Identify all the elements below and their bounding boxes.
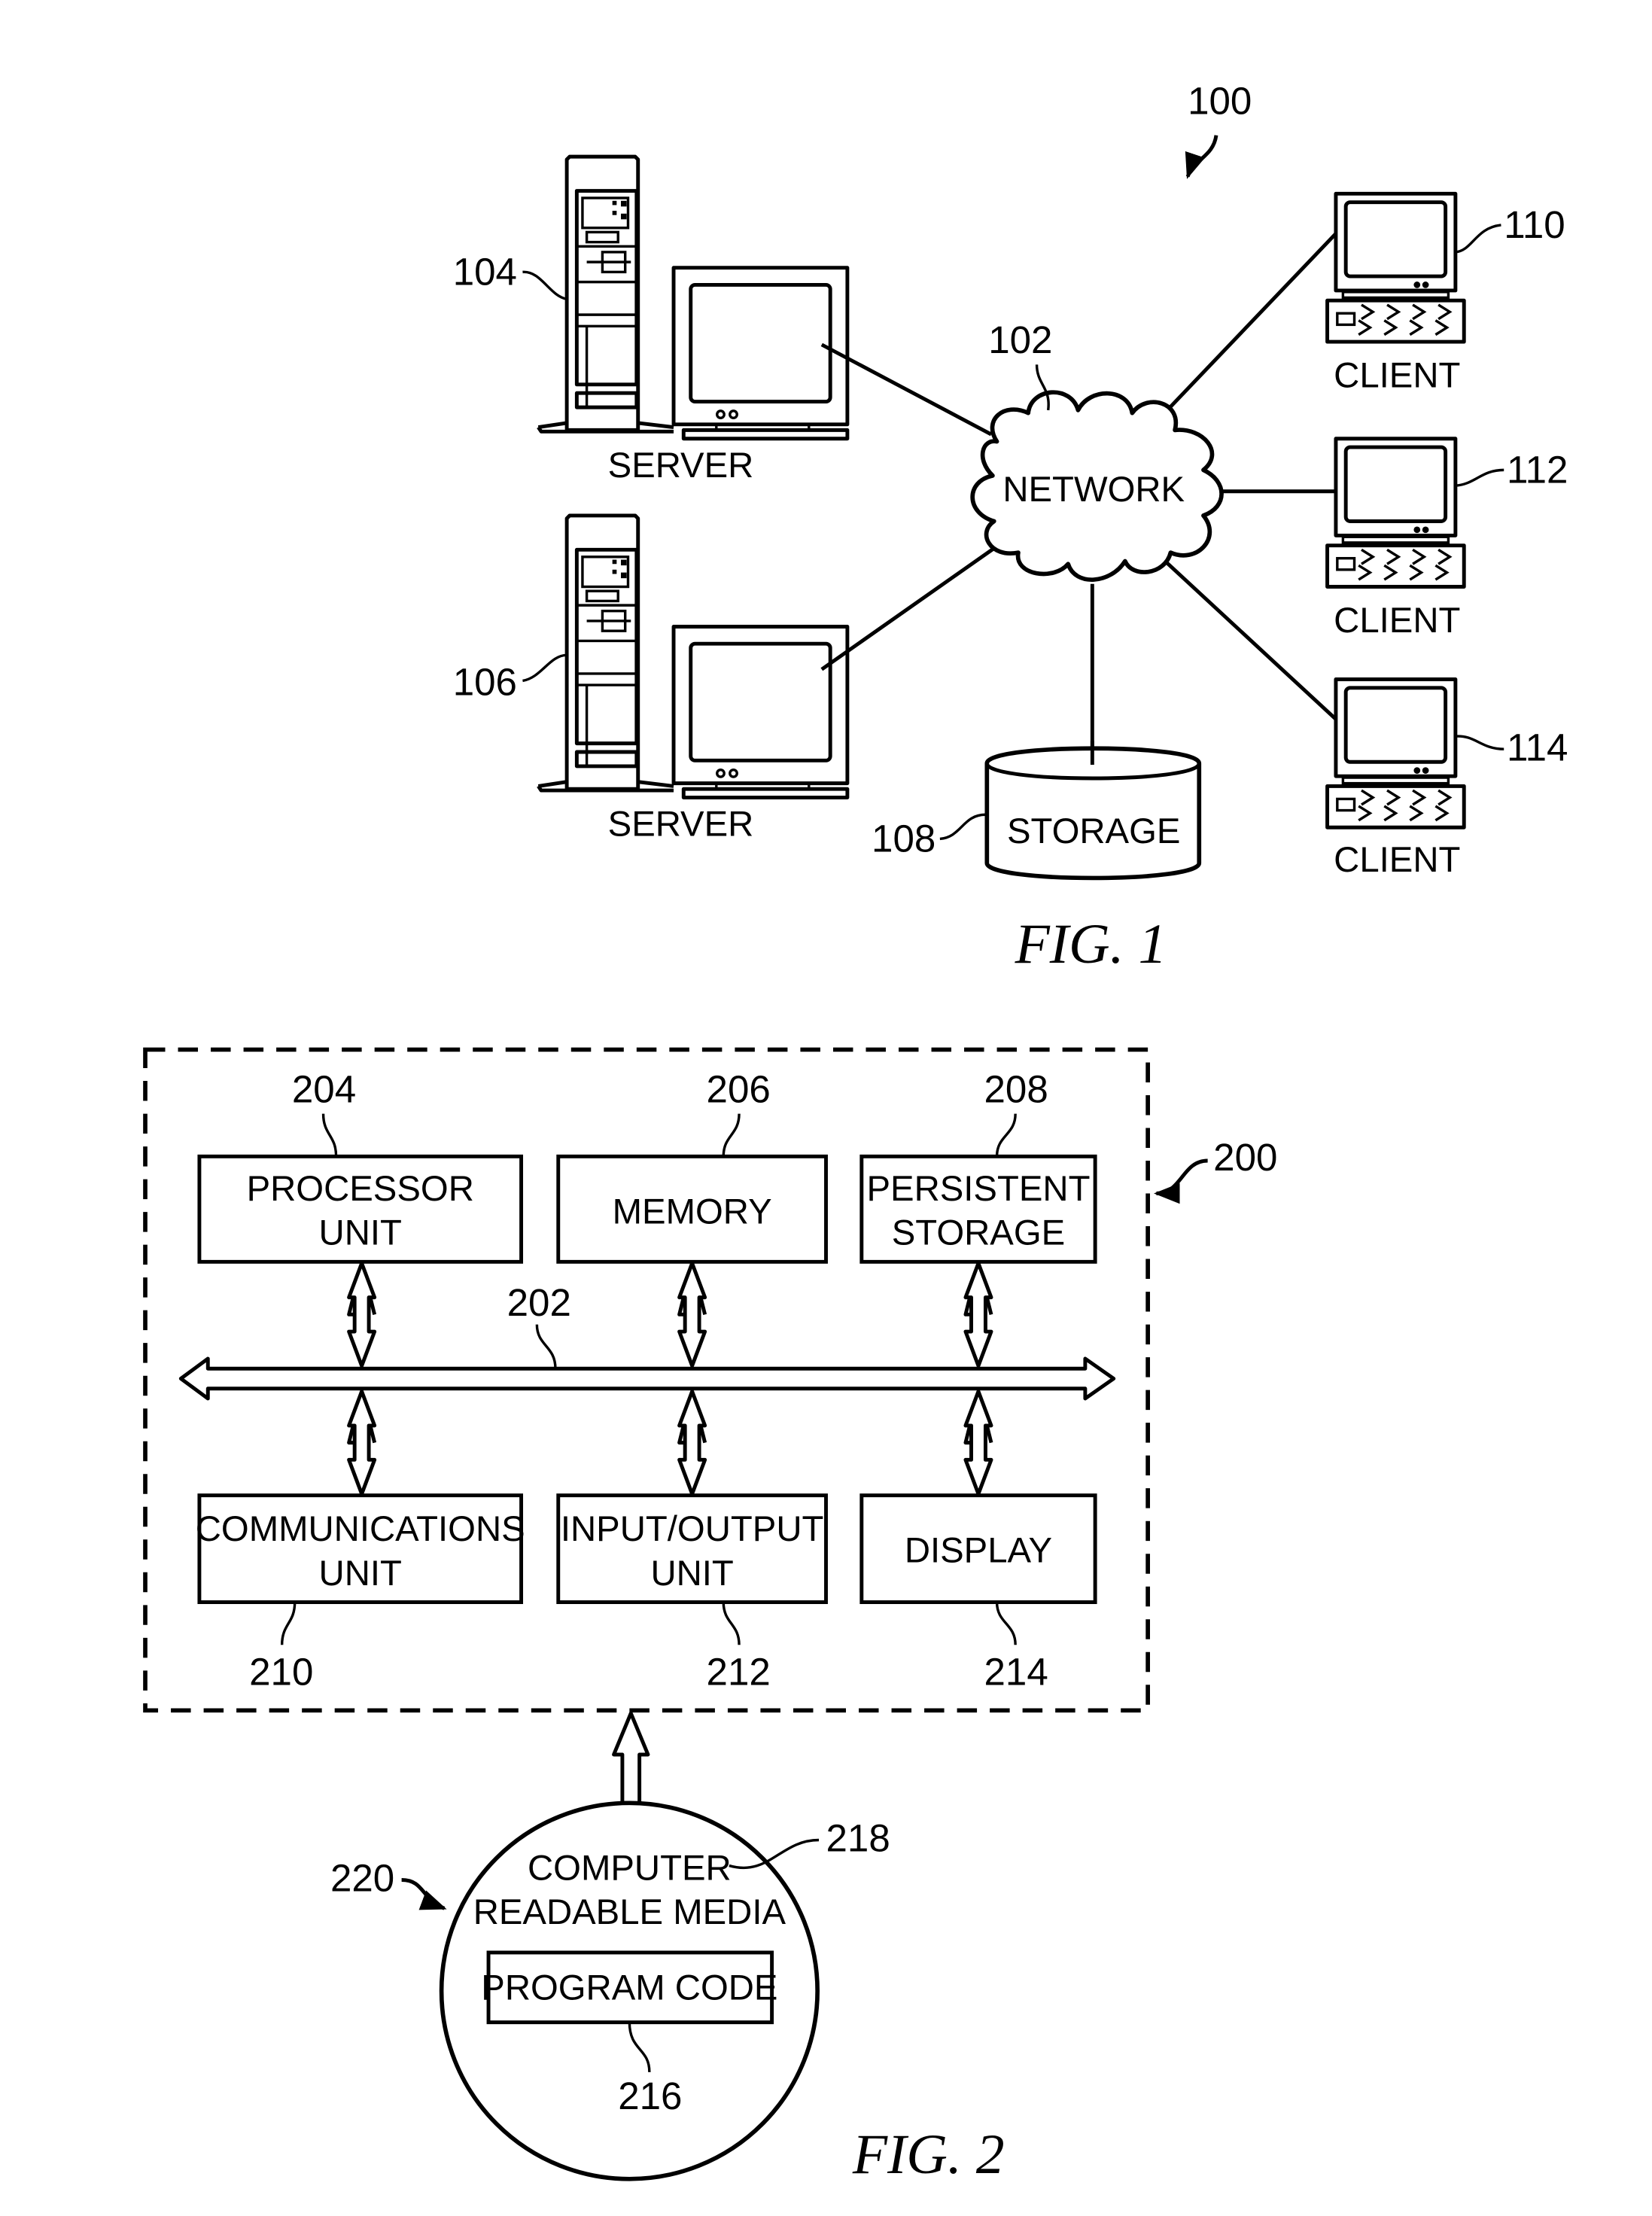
system-ref-100: 100 — [1188, 79, 1252, 122]
component-communications-unit[interactable]: COMMUNICATIONS UNIT 210 — [196, 1493, 525, 1694]
patent-drawing-sheet: 100 NETWORK 102 SERVER 104 SERVER 106 ST… — [143, 79, 1568, 2186]
component-label: MEMORY — [613, 1192, 772, 1231]
component-label: PROCESSOR — [247, 1169, 474, 1209]
component-label: UNIT — [319, 1213, 402, 1253]
storage-108[interactable]: STORAGE 108 — [872, 740, 1202, 881]
ref-arrow-220 — [401, 1878, 447, 1910]
server-icon — [538, 516, 847, 798]
client-114[interactable]: CLIENT 114 — [1328, 679, 1568, 880]
client-112[interactable]: CLIENT 112 — [1328, 439, 1568, 641]
component-label: DISPLAY — [905, 1531, 1052, 1571]
client-leader — [1455, 735, 1504, 750]
storage-label: STORAGE — [1007, 811, 1180, 851]
component-input-output-unit[interactable]: INPUT/OUTPUT UNIT 212 — [556, 1493, 828, 1694]
component-display[interactable]: DISPLAY 214 — [859, 1493, 1097, 1694]
network-ref: 102 — [988, 318, 1052, 361]
component-memory[interactable]: MEMORY 206 — [556, 1067, 828, 1264]
program-code-ref: 216 — [618, 2074, 682, 2117]
component-persistent-storage[interactable]: PERSISTENT STORAGE 208 — [859, 1067, 1097, 1264]
storage-ref: 108 — [872, 817, 936, 860]
media-label-line2: READABLE MEDIA — [473, 1892, 786, 1932]
component-ref: 214 — [984, 1650, 1048, 1693]
component-label: PERSISTENT — [866, 1169, 1090, 1209]
server-label: SERVER — [608, 446, 754, 486]
client-ref: 114 — [1507, 726, 1568, 769]
figure-1-caption: FIG. 1 — [1015, 913, 1167, 976]
component-ref: 212 — [707, 1650, 771, 1693]
client-label: CLIENT — [1334, 601, 1460, 641]
network-label: NETWORK — [1002, 470, 1185, 510]
server-icon — [538, 157, 847, 439]
component-label: INPUT/OUTPUT — [561, 1509, 823, 1549]
component-label: UNIT — [319, 1554, 402, 1594]
bus-leader — [535, 1324, 557, 1369]
media-label-line1: COMPUTER — [528, 1848, 732, 1888]
client-label: CLIENT — [1334, 356, 1460, 396]
system-ref-200: 200 — [1213, 1136, 1277, 1179]
bus-ref: 202 — [507, 1281, 571, 1324]
server-label: SERVER — [608, 805, 754, 845]
figure-1: 100 NETWORK 102 SERVER 104 SERVER 106 ST… — [453, 79, 1568, 976]
client-leader — [1455, 224, 1501, 254]
component-label: UNIT — [650, 1554, 733, 1594]
client-ref: 112 — [1507, 448, 1568, 491]
component-label: STORAGE — [892, 1213, 1065, 1253]
storage-leader — [939, 813, 986, 841]
server-ref: 104 — [453, 250, 517, 293]
component-ref: 204 — [292, 1067, 356, 1110]
computer-readable-media-218[interactable]: COMPUTER READABLE MEDIA 218 PROGRAM CODE… — [439, 1800, 890, 2181]
program-code-label: PROGRAM CODE — [481, 1968, 777, 2007]
ref-arrow-200 — [1154, 1158, 1208, 1204]
server-leader — [522, 653, 567, 683]
figure-2: 200 202 PROCESSOR UNIT 204 MEMORY 206 PE… — [143, 1047, 1277, 2186]
figure-2-caption: FIG. 2 — [852, 2123, 1005, 2186]
component-ref: 206 — [707, 1067, 771, 1110]
client-110[interactable]: CLIENT 110 — [1328, 193, 1565, 396]
network-cloud: NETWORK 102 — [970, 318, 1224, 582]
component-ref: 208 — [984, 1067, 1048, 1110]
program-product-ref: 220 — [330, 1857, 394, 1900]
server-leader — [522, 270, 567, 301]
ref-arrow-100 — [1185, 135, 1218, 179]
component-ref: 210 — [249, 1650, 313, 1693]
server-ref: 106 — [453, 660, 517, 703]
client-computer-icon — [1328, 193, 1465, 342]
media-load-arrow — [612, 1711, 650, 1805]
client-computer-icon — [1328, 679, 1465, 827]
client-leader — [1455, 468, 1504, 487]
server-106[interactable]: SERVER 106 — [453, 516, 847, 845]
component-processor-unit[interactable]: PROCESSOR UNIT 204 — [197, 1067, 524, 1264]
client-label: CLIENT — [1334, 840, 1460, 880]
component-label: COMMUNICATIONS — [196, 1509, 525, 1549]
client-ref: 110 — [1504, 203, 1565, 246]
media-ref: 218 — [826, 1817, 890, 1860]
server-104[interactable]: SERVER 104 — [453, 157, 847, 486]
client-computer-icon — [1328, 439, 1465, 587]
